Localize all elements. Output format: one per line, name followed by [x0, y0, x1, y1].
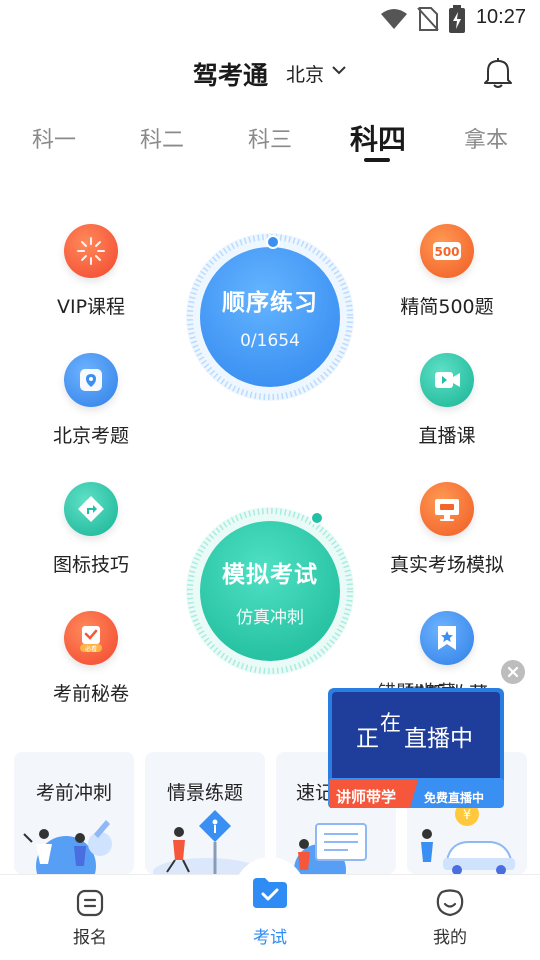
card-pre-exam-sprint[interactable]: 考前冲刺: [14, 752, 134, 874]
tab-ke-er[interactable]: 科二: [140, 122, 184, 154]
vip-icon: [64, 224, 118, 278]
feature-label: 精简500题: [400, 296, 494, 318]
feature-label: VIP课程: [56, 296, 126, 318]
live-stream-popup[interactable]: 正 在 直播中 讲师带学 免费直播中: [328, 688, 504, 814]
feature-label: 考前秘卷: [52, 683, 129, 705]
nav-label: 考试: [253, 928, 287, 948]
tab-na-ben[interactable]: 拿本: [464, 122, 508, 154]
mock-exam-title: 模拟考试: [222, 561, 318, 588]
signup-icon: [76, 889, 104, 917]
sequential-practice-button[interactable]: 顺序练习 0/1654: [182, 229, 358, 405]
feature-pre-exam-paper[interactable]: 必看 考前秘卷: [6, 611, 176, 706]
tab-ke-yi[interactable]: 科一: [32, 122, 76, 154]
card-title: 考前冲刺: [35, 782, 112, 804]
profile-face-icon: [436, 889, 464, 917]
bottom-nav: 报名 考试 我的: [0, 857, 540, 960]
subject-tabs: 科一 科二 科三 科四 拿本: [0, 118, 540, 168]
mock-exam-subtitle: 仿真冲刺: [236, 607, 304, 628]
exam-folder-icon: [253, 878, 287, 908]
feature-label: 直播课: [418, 425, 476, 447]
feature-icon-tips[interactable]: 图标技巧: [6, 482, 176, 577]
video-camera-icon: [420, 353, 474, 407]
memory-illustration: [294, 823, 367, 874]
sprint-illustration: [23, 820, 112, 874]
header: 驾考通 北京: [0, 50, 540, 100]
feature-live-class[interactable]: 直播课: [362, 353, 532, 448]
exam-paper-icon: 必看: [64, 611, 118, 665]
status-bar: 10:27: [0, 0, 540, 36]
no-sim-icon: [417, 7, 439, 31]
live-title-2: 在: [380, 711, 401, 735]
feature-label: 图标技巧: [52, 554, 129, 576]
feature-real-exam-simulation[interactable]: 真实考场模拟: [362, 482, 532, 577]
live-banner-left: 讲师带学: [336, 788, 396, 806]
live-title-3: 直播中: [404, 726, 473, 752]
mock-exam-button[interactable]: 模拟考试 仿真冲刺: [182, 503, 358, 679]
scenario-illustration: [153, 810, 261, 874]
nav-label: 报名: [73, 928, 107, 948]
bell-icon[interactable]: [482, 56, 514, 90]
live-banner-right: 免费直播中: [424, 790, 484, 805]
nav-label: 我的: [433, 928, 467, 948]
tab-ke-si[interactable]: 科四: [350, 118, 406, 158]
live-popup-frame: 正 在 直播中 讲师带学 免费直播中: [328, 688, 504, 808]
practice-progress-dot: [266, 235, 280, 249]
badge-text: 必看: [85, 645, 97, 653]
city-selector[interactable]: 北京: [286, 60, 324, 87]
mock-core: 模拟考试 仿真冲刺: [200, 521, 340, 661]
monitor-icon: [420, 482, 474, 536]
feature-label: 真实考场模拟: [389, 554, 504, 576]
mock-progress-dot: [310, 511, 324, 525]
car-illustration: ¥: [421, 804, 515, 874]
feature-beijing-questions[interactable]: 北京考题: [6, 353, 176, 448]
wifi-icon: [381, 9, 407, 29]
tab-ke-san[interactable]: 科三: [248, 122, 292, 154]
feature-500-questions[interactable]: 500 精简500题: [362, 224, 532, 319]
live-title-1: 正: [356, 726, 379, 752]
practice-core: 顺序练习 0/1654: [200, 247, 340, 387]
card-title: 情景练题: [166, 782, 243, 804]
app-title: 驾考通: [193, 61, 269, 90]
close-icon[interactable]: [501, 660, 525, 684]
battery-charging-icon: [449, 5, 465, 33]
500-badge-icon: 500: [420, 224, 474, 278]
feature-label: 北京考题: [52, 425, 129, 447]
location-pin-icon: [64, 353, 118, 407]
practice-title: 顺序练习: [222, 290, 318, 316]
feature-vip-course[interactable]: VIP课程: [6, 224, 176, 319]
status-time: 10:27: [475, 6, 526, 28]
road-sign-icon: [64, 482, 118, 536]
practice-progress: 0/1654: [240, 331, 300, 351]
active-tab-indicator: [364, 158, 390, 162]
chevron-down-icon[interactable]: [331, 64, 347, 76]
card-scenario-practice[interactable]: 情景练题: [145, 752, 265, 874]
bookmark-star-icon: [420, 611, 474, 665]
badge-text: 500: [434, 245, 459, 259]
